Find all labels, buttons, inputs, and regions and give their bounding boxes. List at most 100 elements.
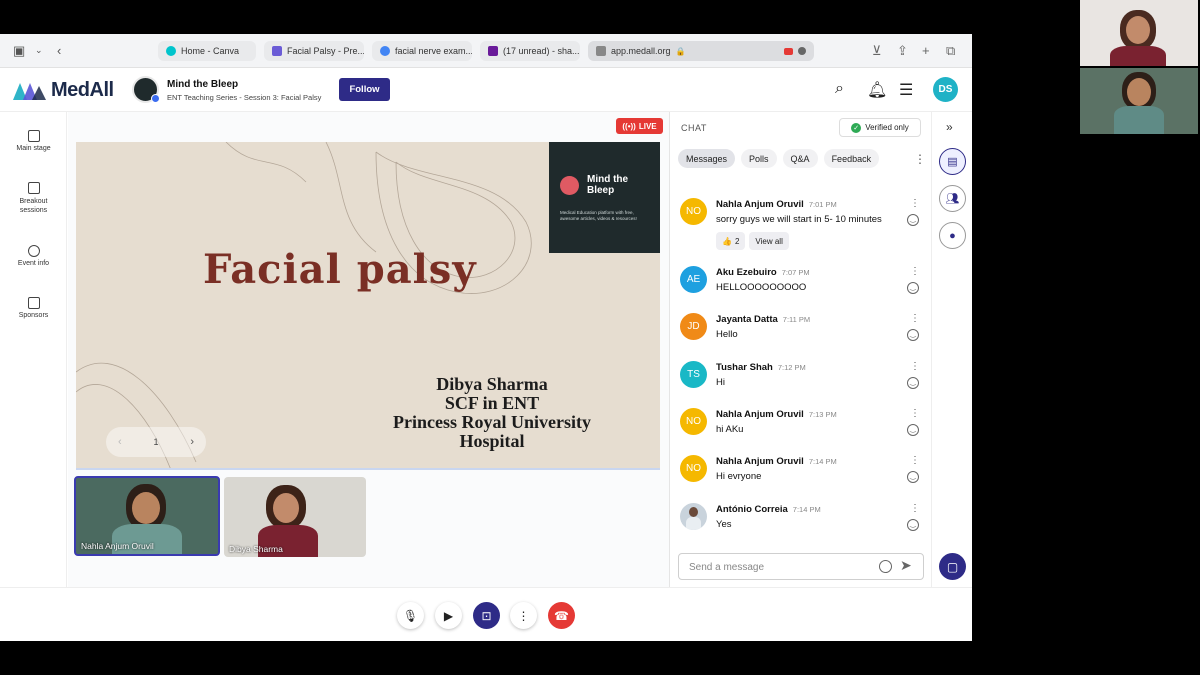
message-text: Hello bbox=[716, 329, 738, 340]
browser-tab-active[interactable]: app.medall.org 🔒 bbox=[588, 41, 814, 61]
message-more-icon[interactable]: ⋮ bbox=[910, 503, 920, 514]
search-icon[interactable]: ⌕ bbox=[835, 80, 844, 98]
participant-tile[interactable]: Dibya Sharma bbox=[224, 477, 366, 557]
info-icon bbox=[27, 245, 40, 257]
emoji-react-icon[interactable]: ‿ bbox=[907, 214, 919, 226]
microphone-icon[interactable]: 🎙︎ bbox=[397, 602, 424, 629]
more-icon[interactable]: ⋮ bbox=[914, 152, 926, 166]
emoji-react-icon[interactable]: ‿ bbox=[907, 329, 919, 341]
chat-panel-icon[interactable]: ▤ bbox=[939, 148, 966, 175]
author-name: António Correia bbox=[716, 504, 788, 515]
emoji-picker-icon[interactable] bbox=[879, 560, 892, 573]
prev-slide-icon[interactable]: ‹ bbox=[118, 436, 122, 448]
emoji-react-icon[interactable]: ‿ bbox=[907, 471, 919, 483]
end-call-icon[interactable]: ☎ bbox=[548, 602, 575, 629]
camera-icon[interactable]: ▶ bbox=[435, 602, 462, 629]
message-more-icon[interactable]: ⋮ bbox=[910, 408, 920, 419]
tab-label: Facial Palsy - Pre... bbox=[287, 46, 364, 56]
collapse-panel-icon[interactable]: » bbox=[946, 120, 953, 134]
tab-messages[interactable]: Messages bbox=[678, 149, 736, 168]
emoji-react-icon[interactable]: ‿ bbox=[907, 519, 919, 531]
message-avatar[interactable]: TS bbox=[680, 361, 707, 388]
author-name: Nahla Anjum Oruvil bbox=[716, 456, 804, 467]
message-avatar[interactable]: NO bbox=[680, 455, 707, 482]
mind-the-bleep-card: Mind the Bleep Medical Education platfor… bbox=[549, 142, 660, 253]
message-more-icon[interactable]: ⋮ bbox=[910, 361, 920, 372]
nav-event-info[interactable]: Event info bbox=[0, 245, 67, 267]
emoji-react-icon[interactable]: ‿ bbox=[907, 377, 919, 389]
follow-button[interactable]: Follow bbox=[339, 78, 390, 101]
download-icon[interactable]: ⊻ bbox=[872, 43, 882, 59]
message-more-icon[interactable]: ⋮ bbox=[910, 455, 920, 466]
participant-tile-active[interactable]: Nahla Anjum Oruvil bbox=[74, 476, 220, 556]
user-avatar[interactable]: DS bbox=[933, 77, 958, 102]
menu-icon[interactable]: ☰ bbox=[899, 80, 913, 100]
tab-polls[interactable]: Polls bbox=[741, 149, 777, 168]
chat-message-input[interactable] bbox=[689, 560, 869, 575]
back-arrow-icon[interactable]: ‹ bbox=[57, 43, 61, 58]
new-tab-icon[interactable]: + bbox=[922, 43, 930, 58]
left-nav: Main stage Breakout sessions Event info … bbox=[0, 112, 67, 587]
series-avatar[interactable] bbox=[132, 76, 160, 103]
medall-logo[interactable]: MedAll bbox=[11, 79, 114, 102]
thumbs-up-reaction[interactable]: 👍 2 bbox=[716, 232, 746, 250]
tab-label: facial nerve exam... bbox=[395, 46, 472, 56]
tab-feedback[interactable]: Feedback bbox=[823, 149, 880, 168]
message-avatar[interactable]: NO bbox=[680, 408, 707, 435]
browser-tab-bar: ▣ ⌄ ‹ Home - Canva Facial Palsy - Pre...… bbox=[0, 34, 972, 68]
message-avatar[interactable]: JD bbox=[680, 313, 707, 340]
bell-icon[interactable]: 🔔︎ bbox=[867, 80, 887, 100]
message-avatar[interactable]: AE bbox=[680, 266, 707, 293]
author-institution-cont: Hospital bbox=[459, 431, 525, 451]
message-more-icon[interactable]: ⋮ bbox=[910, 198, 920, 209]
mail-icon bbox=[488, 46, 498, 56]
message-author: Nahla Anjum Oruvil 7:14 PM bbox=[716, 456, 837, 467]
view-all-reactions-button[interactable]: View all bbox=[749, 232, 789, 250]
send-icon[interactable]: ➤ bbox=[900, 557, 912, 574]
nav-sponsors[interactable]: Sponsors bbox=[0, 297, 67, 319]
message-author: Nahla Anjum Oruvil 7:13 PM bbox=[716, 409, 837, 420]
lock-icon: 🔒 bbox=[675, 46, 686, 56]
card-subtitle: Medical Education platform with free, aw… bbox=[560, 210, 637, 221]
people-icon[interactable]: 👥︎ bbox=[939, 185, 966, 212]
browser-tab[interactable]: Facial Palsy - Pre... bbox=[264, 41, 364, 61]
webcam-thumbnail-host bbox=[1080, 68, 1198, 134]
lightbulb-icon[interactable]: ● bbox=[939, 222, 966, 249]
share-icon[interactable]: ⇪ bbox=[897, 43, 908, 59]
author-role: SCF in ENT bbox=[444, 393, 540, 413]
browser-tab[interactable]: facial nerve exam... bbox=[372, 41, 472, 61]
slide-title: Facial palsy bbox=[203, 246, 477, 293]
site-icon bbox=[596, 46, 606, 56]
help-chat-icon[interactable]: ▢ bbox=[939, 553, 966, 580]
screen-share-icon[interactable]: ⊡ bbox=[473, 602, 500, 629]
message-avatar-photo[interactable] bbox=[680, 503, 707, 530]
emoji-react-icon[interactable]: ‿ bbox=[907, 424, 919, 436]
tab-qa[interactable]: Q&A bbox=[782, 149, 818, 168]
verified-only-toggle[interactable]: ✓ Verified only bbox=[839, 118, 921, 137]
message-avatar[interactable]: NO bbox=[680, 198, 707, 225]
message-time: 7:11 PM bbox=[782, 315, 811, 324]
medall-logo-icon bbox=[13, 82, 46, 100]
more-options-icon[interactable]: ⋮ bbox=[510, 602, 537, 629]
screen-icon bbox=[27, 130, 40, 142]
slide-pager: ‹ 1 › bbox=[106, 427, 206, 457]
tab-overview-icon[interactable]: ⧉ bbox=[946, 43, 955, 59]
browser-tab[interactable]: (17 unread) - sha... bbox=[480, 41, 580, 61]
slide-author-block: Dibya Sharma SCF in ENT Princess Royal U… bbox=[372, 375, 612, 451]
emoji-react-icon[interactable]: ‿ bbox=[907, 282, 919, 294]
next-slide-icon[interactable]: › bbox=[190, 436, 194, 448]
chevron-down-icon[interactable]: ⌄ bbox=[35, 45, 43, 56]
google-icon bbox=[380, 46, 390, 56]
nav-breakout-sessions[interactable]: Breakout sessions bbox=[0, 182, 67, 215]
series-title: Mind the Bleep bbox=[167, 79, 239, 90]
nav-main-stage[interactable]: Main stage bbox=[0, 130, 67, 152]
author-name: Nahla Anjum Oruvil bbox=[716, 199, 804, 210]
sidebar-toggle-icon[interactable]: ▣ bbox=[13, 43, 25, 59]
recording-icon bbox=[784, 47, 793, 55]
message-author: António Correia 7:14 PM bbox=[716, 504, 821, 515]
message-more-icon[interactable]: ⋮ bbox=[910, 266, 920, 277]
browser-tab[interactable]: Home - Canva bbox=[158, 41, 256, 61]
message-more-icon[interactable]: ⋮ bbox=[910, 313, 920, 324]
participant-name: Nahla Anjum Oruvil bbox=[81, 541, 154, 551]
card-title: Mind the Bleep bbox=[587, 174, 629, 196]
